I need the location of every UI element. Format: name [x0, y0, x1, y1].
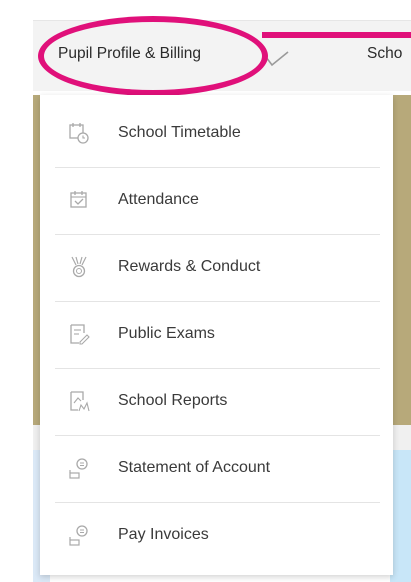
menu-item-attendance[interactable]: Attendance — [55, 168, 380, 235]
menu-item-statement-of-account[interactable]: Statement of Account — [55, 436, 380, 503]
nav-item-school[interactable]: Scho — [367, 45, 402, 63]
account-icon — [69, 458, 88, 479]
menu-item-label: Attendance — [118, 191, 199, 208]
medal-icon — [71, 256, 87, 278]
dropdown-menu: School Timetable Attendance Rewards & Co… — [40, 95, 393, 575]
menu-item-rewards-conduct[interactable]: Rewards & Conduct — [55, 235, 380, 302]
menu-item-label: Statement of Account — [118, 459, 271, 476]
calendar-clock-icon — [69, 123, 89, 144]
calendar-check-icon — [70, 191, 87, 208]
menu-item-label: Public Exams — [118, 325, 215, 342]
content-strip-right — [390, 425, 411, 450]
menu-item-school-timetable[interactable]: School Timetable — [55, 101, 380, 168]
highlight-annotation-line — [262, 32, 411, 38]
menu-item-public-exams[interactable]: Public Exams — [55, 302, 380, 369]
menu-item-school-reports[interactable]: School Reports — [55, 369, 380, 436]
blue-panel-right — [390, 450, 411, 582]
invoice-icon — [69, 525, 88, 546]
menu-item-label: Pay Invoices — [118, 526, 209, 543]
menu-item-label: School Reports — [118, 392, 228, 409]
banner-right — [390, 95, 411, 425]
report-icon — [70, 391, 90, 412]
exam-paper-icon — [70, 324, 90, 345]
menu-item-label: School Timetable — [118, 124, 241, 141]
highlight-annotation-circle — [38, 16, 268, 96]
menu-item-pay-invoices[interactable]: Pay Invoices — [55, 503, 380, 570]
menu-item-label: Rewards & Conduct — [118, 258, 261, 275]
